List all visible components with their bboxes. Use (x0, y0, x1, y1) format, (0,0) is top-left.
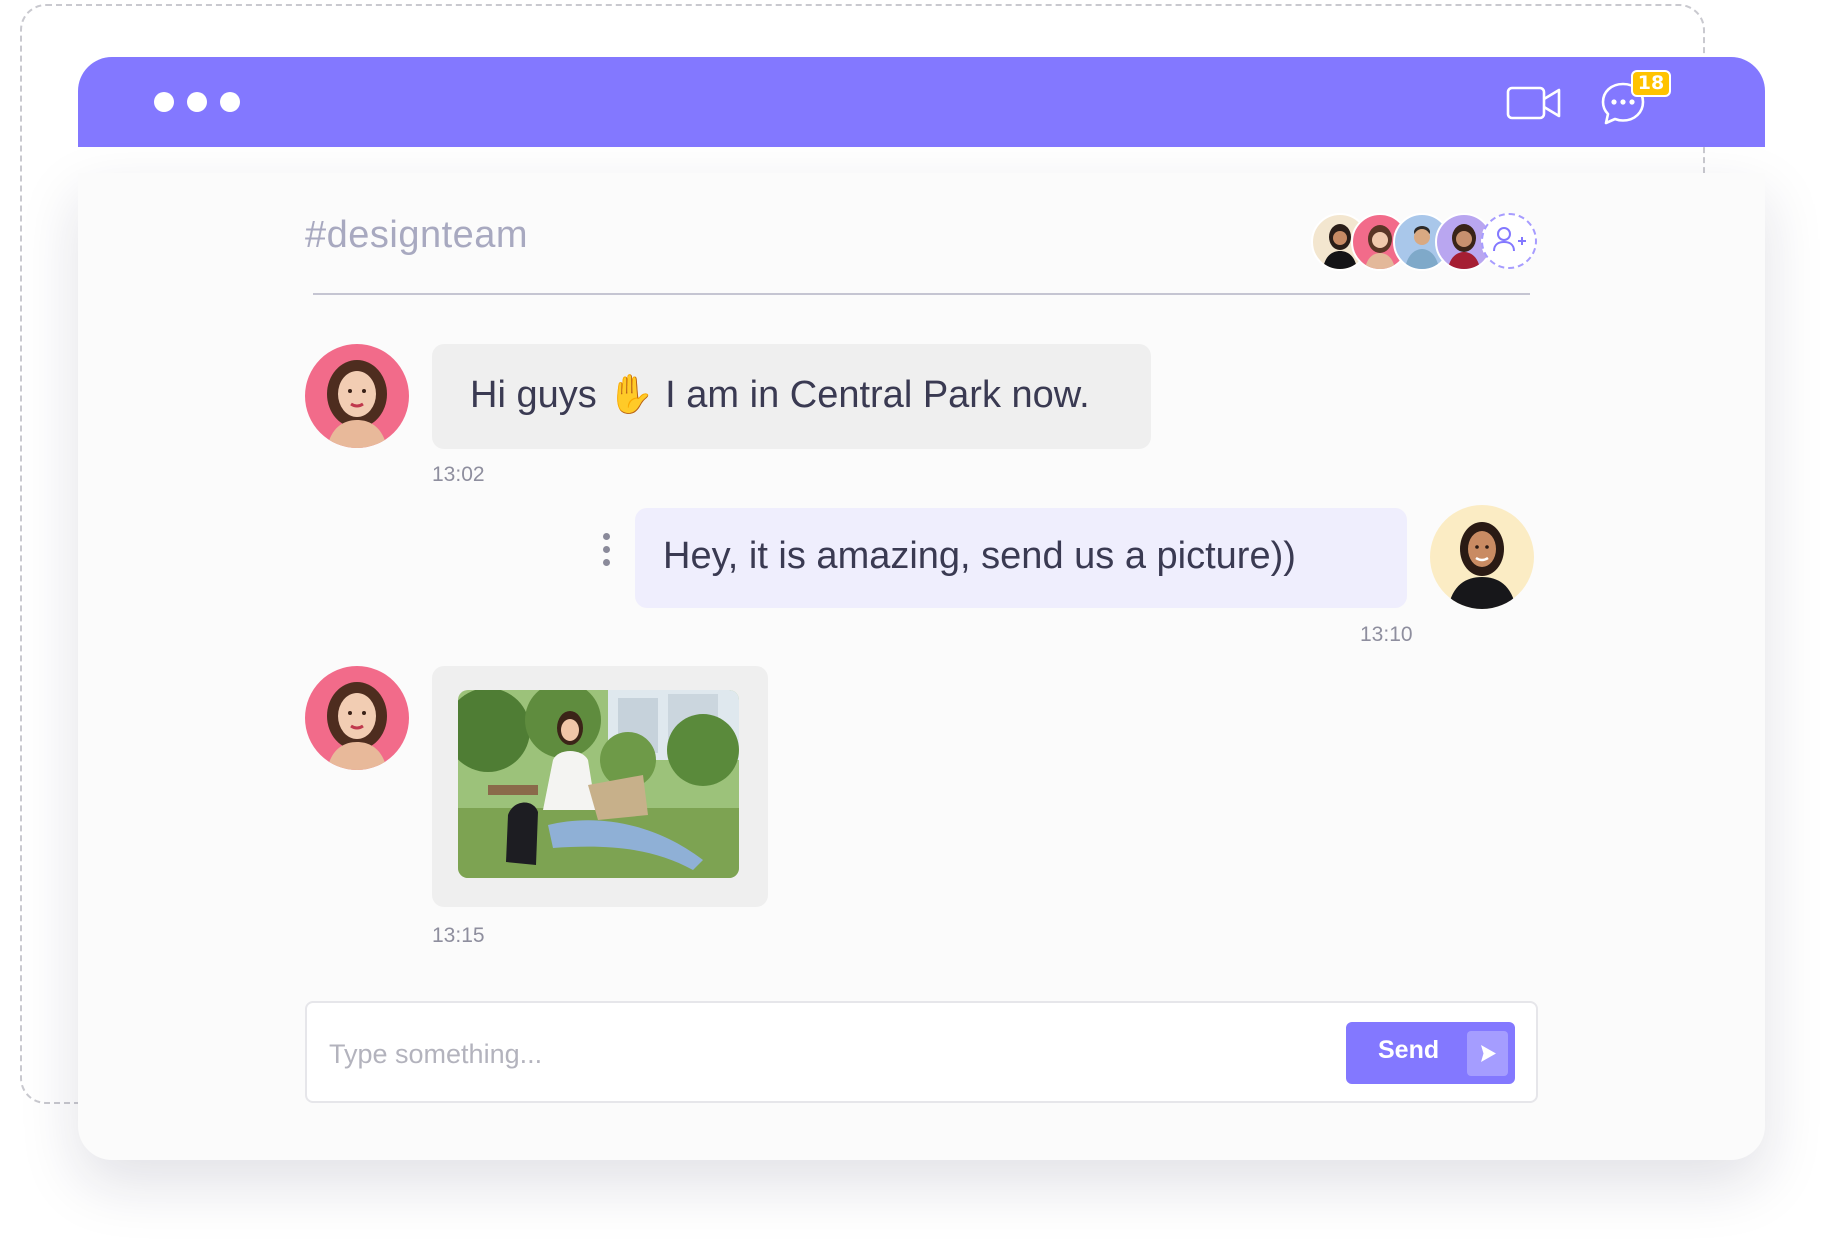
send-arrow-icon (1467, 1031, 1508, 1076)
dot-1 (154, 92, 174, 112)
message-time: 13:02 (432, 463, 485, 486)
message-input[interactable] (327, 1023, 1331, 1085)
message-time: 13:15 (432, 924, 485, 947)
message-bubble-outgoing: Hey, it is amazing, send us a picture)) (635, 508, 1407, 608)
message-text: Hey, it is amazing, send us a picture)) (663, 535, 1296, 577)
message-composer: Send (305, 1001, 1538, 1103)
message-text: Hi guys ✋ I am in Central Park now. (470, 373, 1090, 417)
channel-title: #designteam (305, 214, 529, 256)
message-time: 13:10 (1360, 623, 1413, 646)
dot-3 (220, 92, 240, 112)
avatar[interactable] (305, 666, 409, 770)
avatar[interactable] (1430, 505, 1534, 609)
message-bubble-incoming: Hi guys ✋ I am in Central Park now. (432, 344, 1151, 449)
add-user-button[interactable] (1481, 213, 1537, 269)
avatar[interactable] (305, 344, 409, 448)
window-title-bar: 18 (78, 57, 1765, 147)
video-camera-icon[interactable] (1506, 85, 1562, 121)
send-label: Send (1378, 1036, 1440, 1064)
header-divider (313, 293, 1530, 295)
waving-hand-emoji: ✋ (607, 374, 655, 416)
photo-attachment[interactable] (458, 690, 739, 878)
unread-badge: 18 (1631, 70, 1671, 97)
more-options-icon[interactable] (598, 533, 614, 575)
window-dots-menu[interactable] (154, 92, 240, 112)
send-button[interactable]: Send (1346, 1022, 1515, 1084)
message-text-part: I am in Central Park now. (654, 374, 1090, 416)
add-user-icon (1493, 227, 1526, 252)
dot-2 (187, 92, 207, 112)
message-text-part: Hi guys (470, 374, 608, 416)
